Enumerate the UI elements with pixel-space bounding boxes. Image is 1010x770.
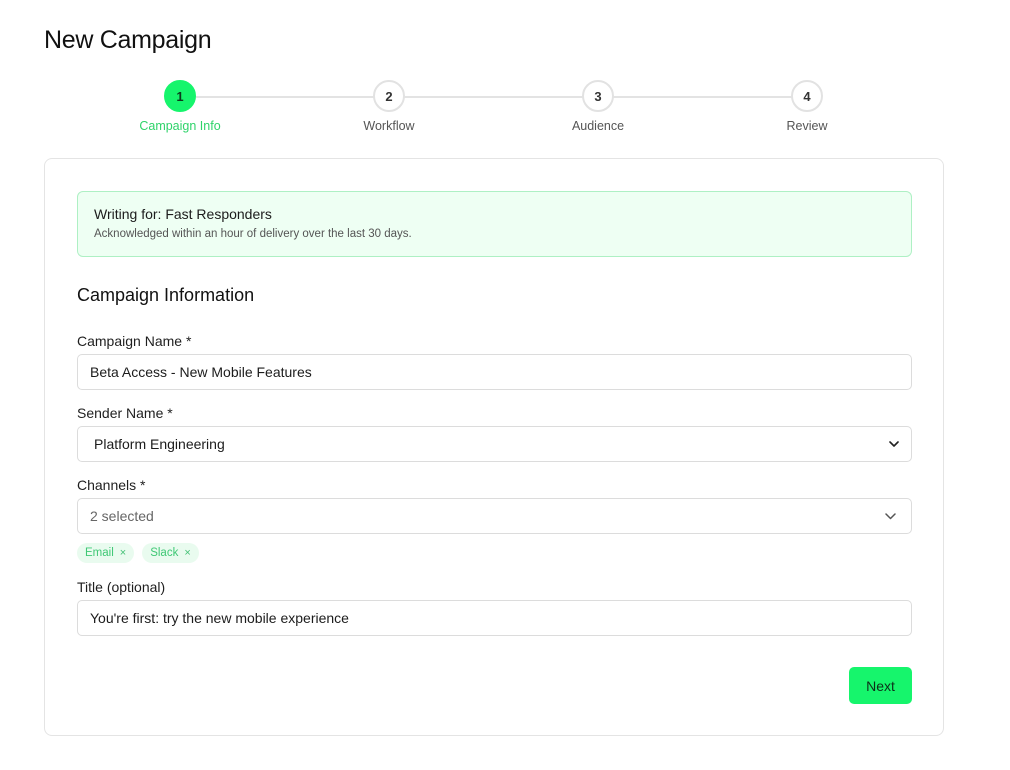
step-number: 2 (373, 80, 405, 112)
stepper-connector (196, 96, 808, 98)
audience-notice: Writing for: Fast Responders Acknowledge… (77, 191, 912, 257)
step-label: Workflow (363, 119, 415, 133)
step-workflow[interactable]: 2 Workflow (329, 80, 449, 133)
channels-multiselect[interactable]: 2 selected (77, 498, 912, 534)
title-input[interactable] (77, 600, 912, 636)
remove-email-tag-icon[interactable]: × (120, 547, 126, 559)
notice-subtitle: Acknowledged within an hour of delivery … (94, 228, 412, 240)
tag-label: Email (85, 547, 114, 559)
step-number: 3 (582, 80, 614, 112)
notice-title: Writing for: Fast Responders (94, 206, 272, 222)
step-number: 4 (791, 80, 823, 112)
section-title: Campaign Information (77, 285, 255, 305)
campaign-name-input[interactable] (77, 354, 912, 390)
step-review[interactable]: 4 Review (747, 80, 867, 133)
channel-tag-email: Email × (77, 543, 135, 563)
channels-summary: 2 selected (90, 508, 154, 524)
step-campaign-info[interactable]: 1 Campaign Info (120, 80, 240, 133)
next-button[interactable]: Next (849, 667, 912, 704)
title-label: Title (optional) (77, 579, 166, 595)
step-number: 1 (164, 80, 196, 112)
step-audience[interactable]: 3 Audience (538, 80, 658, 133)
sender-name-label: Sender Name * (77, 405, 173, 421)
stepper: 1 Campaign Info 2 Workflow 3 Audience 4 … (0, 80, 1010, 140)
chevron-down-icon (887, 437, 901, 451)
channels-label: Channels * (77, 477, 146, 493)
tag-label: Slack (150, 547, 179, 559)
channel-tag-slack: Slack × (142, 543, 199, 563)
channel-tags: Email × Slack × (77, 543, 199, 563)
step-label: Campaign Info (139, 119, 221, 133)
sender-name-value: Platform Engineering (94, 436, 225, 452)
step-label: Audience (571, 119, 625, 133)
campaign-form-card: Writing for: Fast Responders Acknowledge… (44, 158, 944, 736)
chevron-down-icon (883, 509, 897, 523)
step-label: Review (786, 119, 828, 133)
campaign-name-label: Campaign Name * (77, 333, 192, 349)
sender-name-select[interactable]: Platform Engineering (77, 426, 912, 462)
page-title: New Campaign (44, 26, 212, 54)
remove-slack-tag-icon[interactable]: × (184, 547, 190, 559)
